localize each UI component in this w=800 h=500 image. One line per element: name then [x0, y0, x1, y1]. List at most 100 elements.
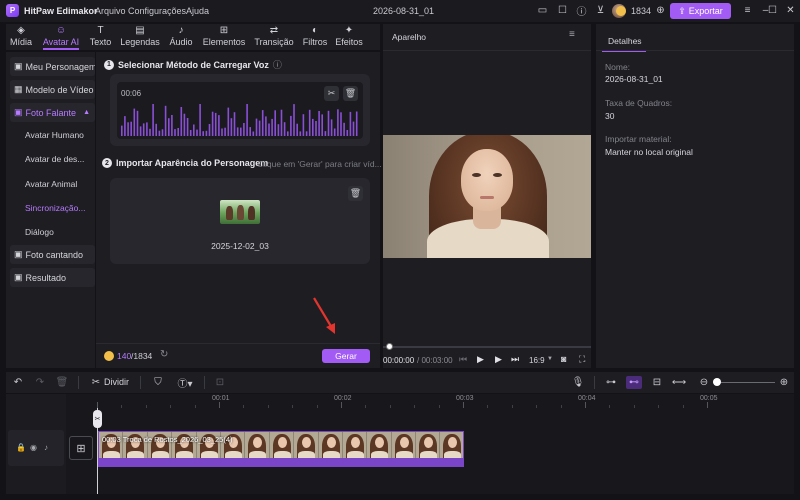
waveform-bar — [283, 122, 286, 136]
waveform-bar — [312, 118, 314, 136]
tab-elements[interactable]: ⊞ Elementos — [200, 25, 248, 49]
undo-icon[interactable]: ↶ — [12, 376, 24, 389]
aspect-ratio-select[interactable]: 16:9 — [529, 356, 545, 365]
tab-effects[interactable]: ✦ Efeitos — [333, 25, 365, 49]
elements-icon: ⊞ — [219, 25, 229, 36]
step-back-icon[interactable]: ▶ — [477, 354, 484, 365]
cut-audio-button[interactable]: ✂ — [324, 86, 339, 101]
waveform-bar — [164, 105, 167, 136]
tab-transition[interactable]: ⇄ Transição — [251, 25, 297, 49]
menu-help[interactable]: Ajuda — [186, 6, 209, 16]
waveform-bar — [130, 121, 132, 136]
subitem-lip-sync[interactable]: Sincronização... — [25, 203, 85, 213]
clip-thumbnail — [245, 432, 270, 458]
tab-filters-label: Filtros — [302, 37, 328, 47]
text-icon: T — [97, 25, 104, 36]
preview-frame[interactable] — [383, 135, 591, 258]
play-icon[interactable]: ▶ — [495, 354, 502, 365]
tab-filters[interactable]: ◐ Filtros — [299, 25, 331, 49]
subitem-cartoon-avatar[interactable]: Avatar de des... — [25, 154, 84, 164]
waveform-bar — [171, 115, 173, 136]
layout-icon[interactable]: ▭ — [536, 4, 549, 17]
zoom-slider-handle[interactable] — [713, 378, 721, 386]
waveform-bar — [127, 122, 129, 136]
menu-settings[interactable]: Configurações — [128, 6, 186, 16]
audio-icon[interactable]: ♪ — [44, 443, 48, 452]
waveform-bar — [330, 119, 333, 136]
subitem-human-avatar[interactable]: Avatar Humano — [25, 130, 84, 140]
appearance-card[interactable]: 🗑 2025-12-02_03 — [110, 178, 370, 264]
fullscreen-icon[interactable]: ⛶ — [579, 354, 585, 365]
shield-icon[interactable]: ⛉ — [152, 376, 164, 389]
split-marker-icon[interactable]: ✂ — [93, 410, 102, 428]
fit-icon[interactable]: ⟷ — [672, 376, 686, 389]
arrow-pointer-icon — [313, 297, 335, 334]
zoom-in-icon[interactable]: ⊕ — [778, 376, 790, 389]
magnet-icon[interactable]: ⊷ — [626, 376, 642, 389]
video-clip[interactable]: 00:03 Troca de Rostos_2026_03_25(4) — [98, 431, 464, 467]
delete-image-button[interactable]: 🗑 — [348, 186, 363, 201]
tab-avatar-ai[interactable]: ☺ Avatar AI — [39, 25, 83, 50]
menu-icon[interactable]: ≡ — [569, 29, 575, 40]
redo-icon[interactable]: ↷ — [34, 376, 46, 389]
export-button[interactable]: ⇪ Exportar — [670, 3, 731, 19]
tab-details[interactable]: Detalhes — [602, 26, 646, 52]
text-tool-icon[interactable]: Ⓣ▾ — [174, 376, 196, 390]
close-icon[interactable]: ✕ — [784, 4, 797, 17]
sidebar-item-talking-photo[interactable]: ▣ Foto Falante ▲ — [10, 103, 95, 122]
menu-icon[interactable]: ≡ — [741, 4, 754, 17]
sidebar-item-video-template[interactable]: ▦ Modelo de Vídeo — [10, 80, 95, 99]
cart-icon[interactable]: ⊕ — [654, 4, 667, 17]
split-track-icon[interactable]: ⊟ — [650, 376, 664, 389]
waveform-bar — [299, 131, 302, 136]
snapshot-icon[interactable]: ◙ — [561, 354, 566, 364]
zoom-slider-track[interactable] — [713, 382, 775, 383]
skip-back-icon[interactable]: ⏮ — [459, 354, 467, 365]
sidebar-item-my-character[interactable]: ▣ Meu Personagem — [10, 57, 95, 76]
delete-audio-button[interactable]: 🗑 — [343, 86, 358, 101]
maximize-icon[interactable]: ☐ — [766, 4, 779, 17]
import-value: Manter no local original — [605, 147, 693, 157]
split-button[interactable]: Dividir — [104, 377, 129, 387]
title-bar: P HitPaw Edimakor Arquivo Configurações … — [0, 0, 800, 22]
crop-icon[interactable]: ⊡ — [214, 376, 226, 389]
waveform-bar — [193, 124, 195, 136]
sidebar-item-result[interactable]: ▣ Resultado — [10, 268, 95, 287]
subitem-animal-avatar[interactable]: Avatar Animal — [25, 179, 77, 189]
menu-file[interactable]: Arquivo — [95, 6, 126, 16]
coin-icon — [104, 351, 114, 361]
waveform-bar — [287, 131, 289, 136]
add-media-button[interactable]: ⊞ — [69, 436, 93, 460]
feedback-icon[interactable]: ☐ — [556, 4, 569, 17]
tab-text[interactable]: T Texto — [86, 25, 115, 49]
zoom-out-icon[interactable]: ⊖ — [698, 376, 710, 389]
tab-captions-label: Legendas — [120, 37, 160, 47]
info-icon[interactable]: ⓘ — [575, 4, 588, 18]
eye-icon[interactable]: ◉ — [30, 443, 37, 452]
ruler-tick — [585, 402, 586, 408]
tab-captions[interactable]: ▤ Legendas — [118, 25, 162, 49]
waveform-bar — [280, 109, 283, 136]
playhead-handle[interactable] — [386, 343, 393, 350]
sidebar-item-singing-photo[interactable]: ▣ Foto cantando — [10, 245, 95, 264]
link-icon[interactable]: ⊶ — [604, 376, 618, 389]
tab-audio[interactable]: ♪ Áudio — [166, 25, 196, 49]
subitem-dialogue[interactable]: Diálogo — [25, 227, 54, 237]
scissors-icon[interactable]: ✂ — [90, 376, 102, 389]
credits-count: 1834 — [631, 6, 652, 16]
refresh-icon[interactable]: ↻ — [160, 349, 168, 360]
download-icon[interactable]: ⊻ — [594, 4, 607, 17]
fast-forward-icon[interactable]: ⏭ — [511, 354, 519, 365]
delete-icon[interactable]: 🗑 — [56, 376, 69, 389]
clip-thumbnail — [269, 432, 295, 458]
lock-icon[interactable]: 🔒 — [16, 443, 26, 452]
step-number: 2 — [102, 158, 112, 168]
microphone-icon[interactable]: 🎙 — [572, 376, 585, 389]
waveform-bar — [355, 111, 358, 136]
info-icon[interactable]: ⓘ — [273, 58, 282, 71]
timeline-ruler[interactable]: 00:01 00:02 00:03 00:04 00:05 — [97, 394, 794, 408]
playback-progress-track[interactable] — [383, 346, 591, 348]
ruler-minor-tick — [267, 405, 269, 408]
tab-media[interactable]: ◈ Mídia — [6, 25, 36, 49]
generate-button[interactable]: Gerar — [322, 349, 370, 363]
